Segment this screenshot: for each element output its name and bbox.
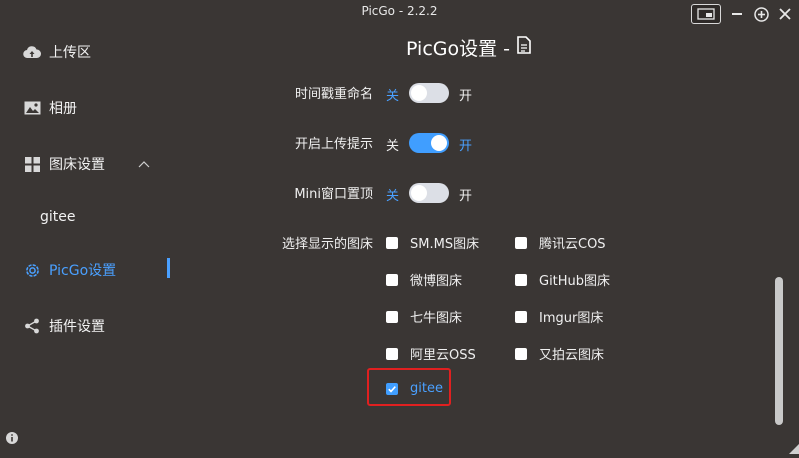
checkbox-label: SM.MS图床 bbox=[410, 237, 480, 252]
plus-circle-icon bbox=[753, 6, 769, 22]
settings-panel: PicGo设置 - 时间戳重命名 关 开 开启上传提示 关 开 Mini窗口置顶… bbox=[180, 22, 770, 449]
image-icon bbox=[23, 99, 41, 117]
checkbox-label: 微博图床 bbox=[410, 274, 463, 289]
switch-off-label: 关 bbox=[386, 89, 400, 104]
checkbox-label: 七牛图床 bbox=[410, 311, 463, 326]
checkbox-box bbox=[386, 273, 398, 286]
window-controls bbox=[691, 4, 793, 24]
grid-icon bbox=[23, 155, 41, 173]
checkbox-label: Imgur图床 bbox=[539, 311, 604, 326]
minimize-icon bbox=[732, 13, 742, 15]
checkbox-label: 腾讯云COS bbox=[539, 237, 606, 252]
chevron-up-icon bbox=[138, 156, 150, 172]
picbed-checkbox-aliyun[interactable]: 阿里云OSS bbox=[386, 344, 476, 363]
toggle-knob bbox=[431, 135, 447, 151]
picbed-checkbox-smms[interactable]: SM.MS图床 bbox=[386, 233, 479, 252]
sidebar: 上传区 相册 图床设置 gitee PicGo设置 插件设置 bbox=[0, 22, 180, 449]
page-title: PicGo设置 - bbox=[406, 34, 532, 61]
resize-corner-icon[interactable] bbox=[789, 439, 799, 454]
checkbox-box bbox=[515, 273, 527, 286]
timestamp-rename-toggle[interactable] bbox=[409, 83, 449, 103]
mini-window-top-toggle[interactable] bbox=[409, 183, 449, 203]
maximize-button[interactable] bbox=[753, 6, 769, 22]
checkbox-box bbox=[386, 310, 398, 323]
close-icon bbox=[779, 8, 791, 20]
document-icon[interactable] bbox=[516, 36, 532, 59]
upload-notice-toggle[interactable] bbox=[409, 133, 449, 153]
checkbox-box bbox=[386, 347, 398, 360]
gear-icon bbox=[23, 261, 41, 279]
scrollbar-thumb[interactable] bbox=[775, 277, 783, 425]
checkbox-label: GitHub图床 bbox=[539, 274, 611, 289]
sidebar-item-label: gitee bbox=[40, 209, 76, 225]
window-title: PicGo - 2.2.2 bbox=[361, 4, 438, 18]
picbed-checkbox-qiniu[interactable]: 七牛图床 bbox=[386, 307, 462, 326]
checkbox-label: 阿里云OSS bbox=[410, 348, 476, 363]
switch-on-label: 开 bbox=[459, 189, 473, 204]
setting-label-mini-window-top: Mini窗口置顶 bbox=[294, 187, 373, 202]
sidebar-item-gitee[interactable]: gitee bbox=[0, 199, 180, 235]
sidebar-item-label: 图床设置 bbox=[49, 157, 105, 173]
picbed-checkbox-tcyun[interactable]: 腾讯云COS bbox=[515, 233, 606, 252]
checkbox-box bbox=[515, 347, 527, 360]
picbed-select-label: 选择显示的图床 bbox=[281, 237, 373, 252]
checkbox-box bbox=[386, 236, 398, 249]
checkbox-box bbox=[515, 310, 527, 323]
sidebar-item-label: PicGo设置 bbox=[49, 263, 117, 279]
cloud-upload-icon bbox=[23, 43, 41, 61]
sidebar-item-label: 相册 bbox=[49, 101, 77, 117]
minimize-button[interactable] bbox=[729, 6, 745, 22]
switch-on-label: 开 bbox=[459, 89, 473, 104]
sidebar-item-label: 插件设置 bbox=[49, 319, 105, 335]
sidebar-item-gallery[interactable]: 相册 bbox=[0, 90, 180, 126]
page-title-text: PicGo设置 - bbox=[406, 38, 511, 60]
title-bar: PicGo - 2.2.2 bbox=[0, 0, 799, 22]
info-icon[interactable] bbox=[5, 430, 19, 444]
sidebar-item-picbed-settings[interactable]: 图床设置 bbox=[0, 146, 180, 182]
sidebar-item-upload[interactable]: 上传区 bbox=[0, 34, 180, 70]
share-icon bbox=[23, 317, 41, 335]
active-indicator bbox=[167, 258, 170, 278]
picbed-checkbox-github[interactable]: GitHub图床 bbox=[515, 270, 610, 289]
switch-on-label: 开 bbox=[459, 139, 473, 154]
switch-off-label: 关 bbox=[386, 139, 400, 154]
switch-off-label: 关 bbox=[386, 189, 400, 204]
checkbox-box bbox=[515, 236, 527, 249]
setting-label-upload-notice: 开启上传提示 bbox=[294, 137, 373, 152]
picbed-checkbox-upyun[interactable]: 又拍云图床 bbox=[515, 344, 604, 363]
mini-window-button[interactable] bbox=[691, 4, 721, 24]
toggle-knob bbox=[411, 85, 427, 101]
mini-window-icon bbox=[697, 8, 715, 20]
highlight-box bbox=[367, 368, 451, 406]
checkbox-label: 又拍云图床 bbox=[539, 348, 605, 363]
picbed-checkbox-imgur[interactable]: Imgur图床 bbox=[515, 307, 603, 326]
sidebar-item-picgo-settings[interactable]: PicGo设置 bbox=[0, 252, 180, 288]
picbed-checkbox-weibo[interactable]: 微博图床 bbox=[386, 270, 462, 289]
sidebar-item-plugins[interactable]: 插件设置 bbox=[0, 308, 180, 344]
toggle-knob bbox=[411, 185, 427, 201]
close-button[interactable] bbox=[777, 6, 793, 22]
setting-label-timestamp-rename: 时间戳重命名 bbox=[294, 87, 373, 102]
sidebar-item-label: 上传区 bbox=[49, 45, 91, 61]
